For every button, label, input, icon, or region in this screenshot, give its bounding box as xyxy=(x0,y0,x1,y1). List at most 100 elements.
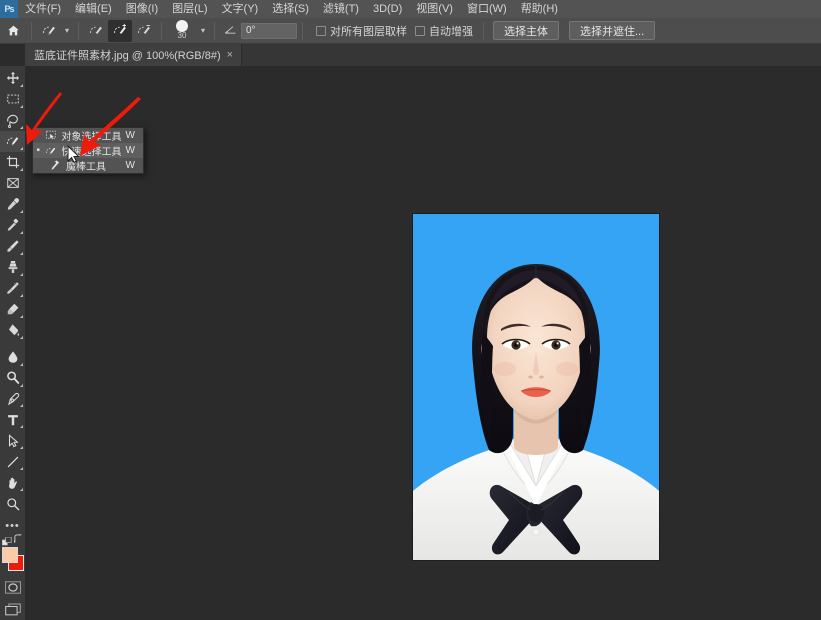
lasso-tool[interactable] xyxy=(0,110,25,131)
flyout-indicator-icon xyxy=(20,251,23,255)
rectangular-marquee-tool[interactable] xyxy=(0,89,25,110)
home-icon[interactable] xyxy=(0,18,26,44)
default-and-swap-colors[interactable] xyxy=(0,534,25,546)
flyout-indicator-icon xyxy=(20,104,23,108)
quick-selection-tool-icon[interactable] xyxy=(37,20,61,42)
menu-help[interactable]: 帮助(H) xyxy=(514,0,565,18)
flyout-indicator-icon xyxy=(20,272,23,276)
quick-mask-button[interactable] xyxy=(0,576,25,598)
eyedropper-tool[interactable] xyxy=(0,194,25,215)
magic-wand-tool-item[interactable]: 魔棒工具 W xyxy=(33,158,143,173)
menu-file[interactable]: 文件(F) xyxy=(18,0,68,18)
subtract-from-selection-mode-button[interactable] xyxy=(132,20,156,42)
flyout-indicator-icon xyxy=(20,83,23,87)
brush-settings-chevron-down-icon[interactable]: ▾ xyxy=(197,20,209,42)
gradient-tool[interactable] xyxy=(0,320,25,341)
select-and-mask-button[interactable]: 选择并遮住... xyxy=(569,21,656,40)
close-icon[interactable]: × xyxy=(227,49,233,61)
edit-toolbar-more-icon[interactable]: ••• xyxy=(5,520,20,534)
brush-size-value: 30 xyxy=(177,31,187,40)
sample-all-layers-checkbox[interactable]: 对所有图层取样 xyxy=(316,23,407,39)
quick-selection-tool[interactable] xyxy=(0,130,25,152)
sample-all-layers-box-icon[interactable] xyxy=(316,25,326,36)
zoom-tool[interactable] xyxy=(0,493,25,514)
magic-wand-icon xyxy=(48,160,62,171)
menu-bar: Ps 文件(F) 编辑(E) 图像(I) 图层(L) 文字(Y) 选择(S) 滤… xyxy=(0,0,821,18)
menu-edit[interactable]: 编辑(E) xyxy=(68,0,119,18)
add-to-selection-mode-button[interactable] xyxy=(108,19,132,42)
document-tab-bar: 蓝底证件照素材.jpg @ 100%(RGB/8#) × xyxy=(25,44,821,66)
quick-selection-tool-item[interactable]: ▪ 快速选择工具 W xyxy=(33,143,143,158)
menu-type[interactable]: 文字(Y) xyxy=(215,0,266,18)
magic-wand-tool-shortcut: W xyxy=(125,160,135,171)
quick-selection-tool-label: 快速选择工具 xyxy=(61,147,122,158)
options-bar: ▾ 30 ▾ 0° 对所有图层取样 自动增强 选择主体 选择并遮住... xyxy=(0,18,821,44)
flyout-indicator-icon xyxy=(20,467,23,471)
eraser-tool[interactable] xyxy=(0,299,25,320)
quick-selection-tool-flyout-menu[interactable]: 对象选择工具 W ▪ 快速选择工具 W 魔棒工具 W xyxy=(32,127,144,174)
quick-selection-icon xyxy=(45,145,58,156)
swap-colors-icon[interactable] xyxy=(13,534,23,545)
tool-preset-chevron-down-icon[interactable]: ▾ xyxy=(61,20,73,42)
canvas-area[interactable] xyxy=(25,66,821,620)
flyout-indicator-icon xyxy=(20,425,23,429)
flyout-indicator-icon xyxy=(20,293,23,297)
menu-layer[interactable]: 图层(L) xyxy=(165,0,214,18)
object-selection-tool-label: 对象选择工具 xyxy=(61,132,122,143)
photoshop-logo-icon[interactable]: Ps xyxy=(0,0,18,18)
blur-tool[interactable] xyxy=(0,347,25,368)
horizontal-type-tool[interactable] xyxy=(0,409,25,430)
auto-enhance-label: 自动增强 xyxy=(429,25,473,38)
angle-input[interactable]: 0° xyxy=(241,22,297,39)
options-divider-4 xyxy=(214,21,215,40)
document-tab[interactable]: 蓝底证件照素材.jpg @ 100%(RGB/8#) × xyxy=(25,44,243,66)
object-selection-tool-item[interactable]: 对象选择工具 W xyxy=(33,128,143,143)
frame-tool[interactable] xyxy=(0,173,25,194)
photoshop-logo-text: Ps xyxy=(4,4,14,14)
menu-window[interactable]: 窗口(W) xyxy=(460,0,514,18)
foreground-color-swatch[interactable] xyxy=(2,547,18,564)
magic-wand-tool-label: 魔棒工具 xyxy=(66,162,106,173)
brush-size-preview[interactable]: 30 xyxy=(167,18,197,44)
options-divider-6 xyxy=(483,21,484,40)
menu-3d[interactable]: 3D(D) xyxy=(366,0,409,18)
move-tool[interactable] xyxy=(0,68,25,89)
hand-tool[interactable] xyxy=(0,472,25,493)
screen-mode-button[interactable] xyxy=(0,598,25,620)
options-divider-5 xyxy=(302,21,303,40)
sample-all-layers-label: 对所有图层取样 xyxy=(330,25,407,38)
object-selection-tool-shortcut: W xyxy=(125,130,135,141)
id-photo-image[interactable] xyxy=(412,213,660,561)
history-brush-tool[interactable] xyxy=(0,278,25,299)
pen-tool[interactable] xyxy=(0,389,25,410)
flyout-indicator-icon xyxy=(20,446,23,450)
path-selection-tool[interactable] xyxy=(0,430,25,451)
menu-image[interactable]: 图像(I) xyxy=(119,0,165,18)
crop-tool[interactable] xyxy=(0,152,25,173)
flyout-indicator-icon xyxy=(20,167,23,171)
select-subject-button[interactable]: 选择主体 xyxy=(493,21,559,40)
object-selection-icon xyxy=(46,130,57,141)
auto-enhance-box-icon[interactable] xyxy=(415,25,425,36)
selected-bullet-icon: ▪ xyxy=(36,144,41,156)
menu-select[interactable]: 选择(S) xyxy=(265,0,316,18)
menu-filter[interactable]: 滤镜(T) xyxy=(316,0,366,18)
flyout-indicator-icon xyxy=(20,362,23,366)
angle-icon xyxy=(220,24,241,38)
dodge-tool[interactable] xyxy=(0,368,25,389)
new-selection-mode-button[interactable] xyxy=(84,20,108,42)
photoshop-window: Ps 文件(F) 编辑(E) 图像(I) 图层(L) 文字(Y) 选择(S) 滤… xyxy=(0,0,821,620)
spot-healing-brush-tool[interactable] xyxy=(0,215,25,236)
menu-view[interactable]: 视图(V) xyxy=(409,0,460,18)
clone-stamp-tool[interactable] xyxy=(0,257,25,278)
quick-selection-tool-shortcut: W xyxy=(125,145,135,156)
color-swatches[interactable] xyxy=(0,546,25,576)
flyout-indicator-icon xyxy=(20,314,23,318)
options-divider xyxy=(31,21,32,40)
line-shape-tool[interactable] xyxy=(0,451,25,472)
flyout-indicator-icon xyxy=(20,335,23,339)
auto-enhance-checkbox[interactable]: 自动增强 xyxy=(415,23,473,39)
brush-tool[interactable] xyxy=(0,236,25,257)
flyout-indicator-icon xyxy=(20,404,23,408)
flyout-indicator-icon xyxy=(20,383,23,387)
